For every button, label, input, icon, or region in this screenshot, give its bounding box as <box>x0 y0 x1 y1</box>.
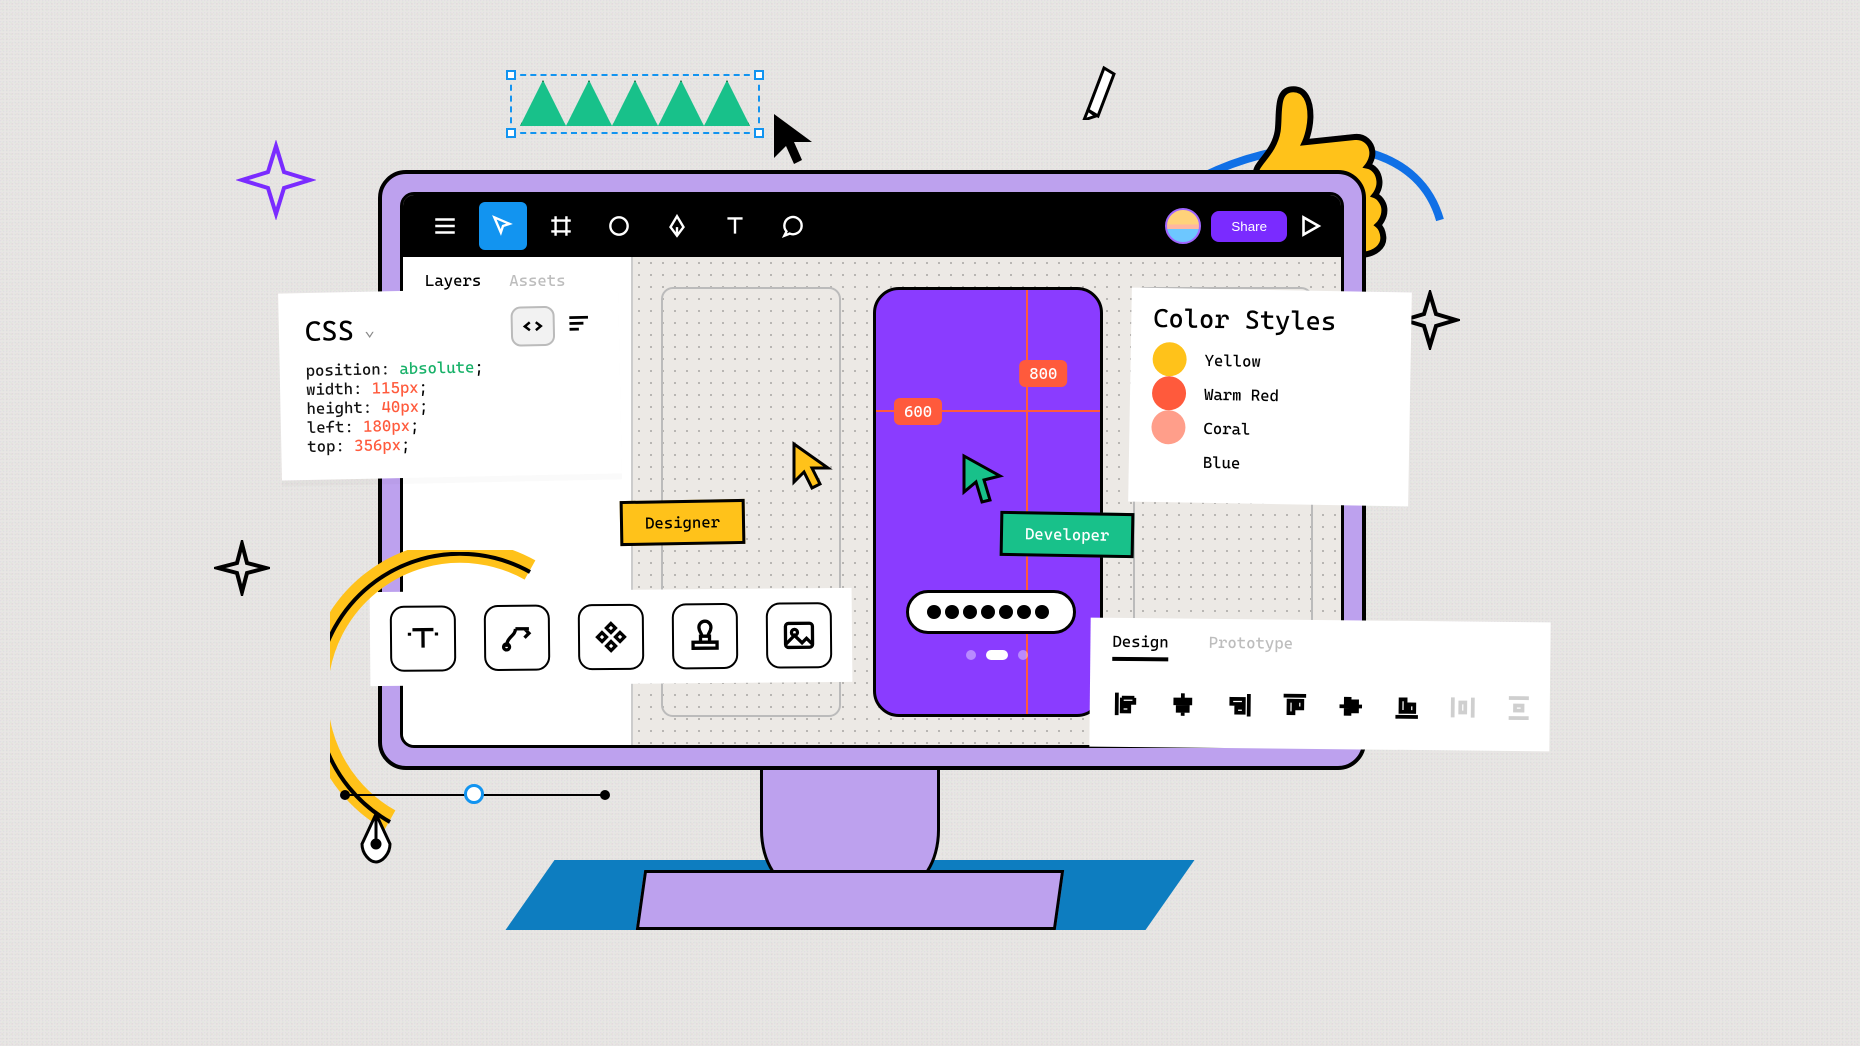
text-tool[interactable] <box>711 202 759 250</box>
designer-label: Designer <box>620 499 746 546</box>
pen-tool[interactable] <box>653 202 701 250</box>
swatch-icon <box>1152 342 1187 377</box>
align-vcenter-icon[interactable] <box>1336 689 1366 723</box>
align-top-icon[interactable] <box>1280 689 1310 723</box>
image-chip[interactable] <box>766 602 833 669</box>
css-value: absolute <box>399 357 474 378</box>
code-icon[interactable] <box>510 306 555 347</box>
swatch-label: Coral <box>1203 418 1250 438</box>
monitor-base <box>636 870 1064 930</box>
distribute-h-icon[interactable] <box>1448 690 1478 724</box>
tab-layers[interactable]: Layers <box>425 271 481 290</box>
avatar[interactable] <box>1165 208 1201 244</box>
css-key: left: <box>307 417 354 437</box>
swatch-icon <box>1152 376 1187 411</box>
pen-tool-icon <box>356 810 396 874</box>
page-indicator <box>966 650 1028 660</box>
css-panel-title: CSS <box>305 314 355 348</box>
color-styles-panel: Color Styles Yellow Warm Red Coral Blue <box>1128 288 1412 507</box>
chevron-down-icon[interactable]: ⌄ <box>364 319 375 340</box>
pencil-icon <box>1080 60 1120 124</box>
swatch-row[interactable]: Yellow <box>1152 342 1389 380</box>
cursor-icon <box>770 110 820 174</box>
move-tool[interactable] <box>479 202 527 250</box>
sparkle-icon <box>214 540 270 600</box>
dimension-badge: 800 <box>1019 360 1067 387</box>
top-toolbar: Share <box>403 195 1341 257</box>
align-left-icon[interactable] <box>1112 687 1142 721</box>
distribute-v-icon[interactable] <box>1504 691 1534 725</box>
tab-prototype[interactable]: Prototype <box>1209 633 1294 653</box>
swatch-icon <box>1151 410 1186 445</box>
align-hcenter-icon[interactable] <box>1168 687 1198 721</box>
swatch-label: Yellow <box>1204 350 1261 370</box>
align-right-icon[interactable] <box>1224 688 1254 722</box>
stamp-chip[interactable] <box>672 603 739 670</box>
comment-tool[interactable] <box>769 202 817 250</box>
swatch-row[interactable]: Coral <box>1151 410 1388 448</box>
button-component[interactable] <box>906 590 1076 634</box>
swatch-label: Warm Red <box>1204 384 1279 404</box>
css-key: top: <box>307 436 345 456</box>
sparkle-icon <box>236 140 316 224</box>
list-icon[interactable] <box>564 309 593 342</box>
developer-label: Developer <box>1000 511 1135 558</box>
ellipse-tool[interactable] <box>595 202 643 250</box>
share-button[interactable]: Share <box>1211 211 1287 242</box>
css-value: 40px <box>381 397 419 417</box>
css-value: 356px <box>354 435 401 455</box>
swatch-row[interactable]: Warm Red <box>1152 376 1389 414</box>
css-key: width: <box>306 379 363 399</box>
swatch-row[interactable]: Blue <box>1151 444 1388 482</box>
present-button[interactable] <box>1297 213 1323 239</box>
design-prototype-panel: Design Prototype <box>1089 618 1550 752</box>
css-value: 180px <box>363 416 410 436</box>
designer-cursor-icon <box>790 440 836 498</box>
frame-tool[interactable] <box>537 202 585 250</box>
color-styles-title: Color Styles <box>1153 304 1389 338</box>
vector-anchor[interactable] <box>464 784 484 804</box>
css-key: position: <box>305 359 390 380</box>
align-bottom-icon[interactable] <box>1392 690 1422 724</box>
developer-cursor-icon <box>960 452 1006 510</box>
css-inspect-panel: CSS ⌄ position: absolute; width: 115px; … <box>278 286 622 480</box>
css-value: 115px <box>372 378 419 398</box>
swatch-label: Blue <box>1203 452 1241 472</box>
tab-design[interactable]: Design <box>1112 632 1168 652</box>
dimension-badge: 600 <box>894 398 942 425</box>
menu-button[interactable] <box>421 202 469 250</box>
css-key: height: <box>306 398 372 418</box>
